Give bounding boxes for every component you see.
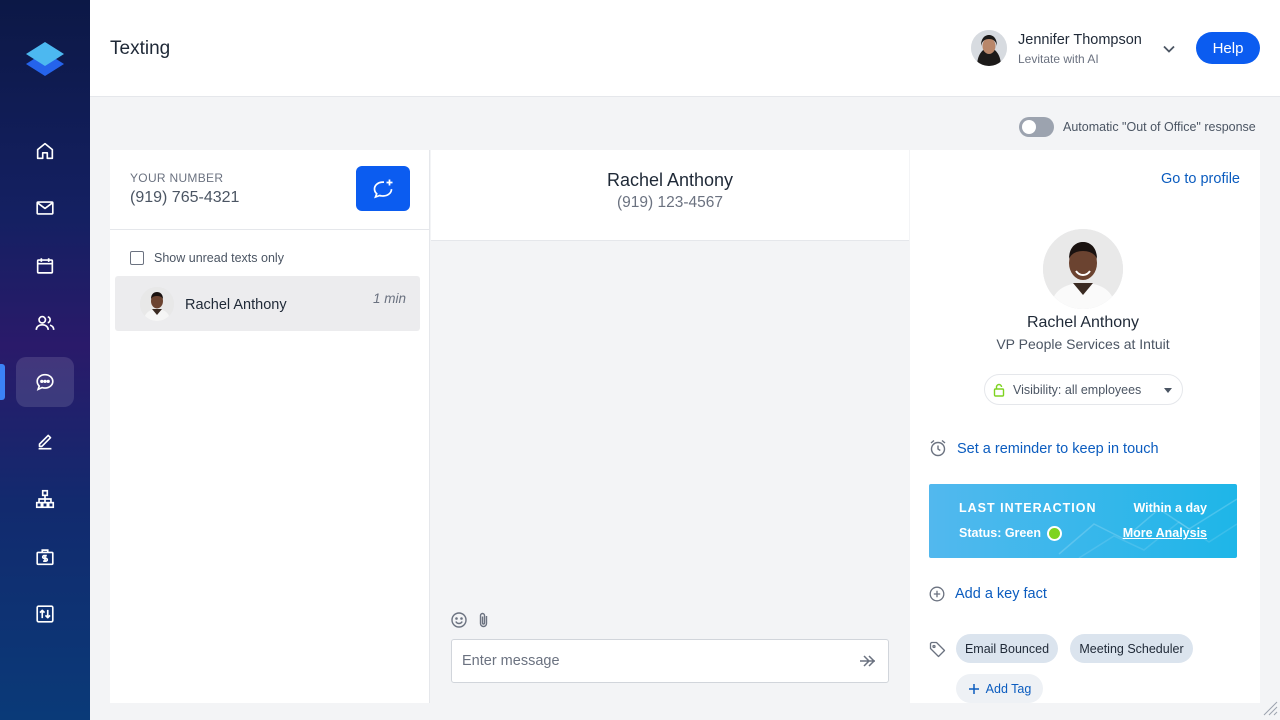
- set-reminder-link[interactable]: Set a reminder to keep in touch: [957, 441, 1159, 457]
- conversation-item[interactable]: Rachel Anthony 1 min: [115, 276, 420, 331]
- levitate-logo-icon[interactable]: [24, 40, 66, 82]
- last-interaction-time: Within a day: [1133, 501, 1207, 515]
- more-analysis-link[interactable]: More Analysis: [1123, 526, 1207, 540]
- toggle-knob: [1022, 120, 1036, 134]
- sidebar-item-money[interactable]: [16, 532, 74, 582]
- calendar-icon: [36, 258, 54, 274]
- out-of-office-label: Automatic "Out of Office" response: [1063, 120, 1256, 134]
- message-thread-panel: Rachel Anthony (919) 123-4567: [431, 150, 909, 703]
- new-chat-icon: [373, 179, 393, 198]
- hierarchy-icon: [35, 489, 55, 509]
- add-tag-button[interactable]: Add Tag: [956, 674, 1043, 703]
- thread-contact-phone: (919) 123-4567: [617, 194, 723, 211]
- plus-icon: [968, 683, 979, 694]
- thread-contact-name: Rachel Anthony: [606, 170, 734, 190]
- user-name[interactable]: Jennifer Thompson: [1018, 32, 1142, 48]
- sidebar: [0, 0, 90, 720]
- sidebar-item-contacts[interactable]: [16, 298, 74, 348]
- conversation-avatar: [140, 287, 174, 321]
- emoji-icon[interactable]: [450, 611, 468, 629]
- sidebar-item-org[interactable]: [16, 474, 74, 524]
- mail-icon: [36, 201, 54, 215]
- tag-icon: [929, 641, 946, 658]
- alarm-clock-icon: [929, 439, 947, 457]
- user-avatar[interactable]: [971, 30, 1007, 66]
- new-message-button[interactable]: [356, 166, 410, 211]
- resize-handle-icon[interactable]: [1262, 700, 1278, 716]
- sidebar-item-transfer[interactable]: [16, 589, 74, 639]
- divider: [110, 229, 430, 230]
- sidebar-item-compose[interactable]: [16, 415, 74, 465]
- thread-header: Rachel Anthony (919) 123-4567: [431, 150, 909, 241]
- top-header: Texting Jennifer Thompson Levitate with …: [90, 0, 1280, 97]
- conversation-list-panel: YOUR NUMBER (919) 765-4321 Show unread t…: [110, 150, 430, 703]
- pencil-icon: [38, 434, 52, 450]
- sidebar-item-texting[interactable]: [16, 357, 74, 407]
- profile-name: Rachel Anthony: [1026, 314, 1140, 331]
- conversation-time: 1 min: [372, 291, 406, 306]
- exchange-icon: [36, 605, 54, 623]
- unread-only-checkbox[interactable]: [130, 251, 144, 265]
- sidebar-item-mail[interactable]: [16, 183, 74, 233]
- sidebar-item-home[interactable]: [16, 126, 74, 176]
- contact-profile-panel: Go to profile Rachel Anthony VP People S…: [910, 150, 1260, 703]
- lock-icon: [993, 383, 1005, 397]
- message-input[interactable]: [451, 639, 889, 683]
- chevron-down-icon[interactable]: [1160, 40, 1178, 58]
- add-tag-label: Add Tag: [985, 681, 1032, 696]
- profile-title: VP People Services at Intuit: [996, 336, 1170, 352]
- home-icon: [36, 142, 54, 160]
- visibility-label: Visibility: all employees: [1013, 383, 1142, 397]
- unread-only-label[interactable]: Show unread texts only: [154, 251, 284, 265]
- profile-avatar: [1043, 229, 1123, 309]
- go-to-profile-link[interactable]: Go to profile: [1161, 171, 1240, 187]
- add-key-fact-link[interactable]: Add a key fact: [955, 586, 1047, 602]
- active-nav-indicator: [0, 364, 5, 400]
- chat-icon: [36, 373, 54, 391]
- last-interaction-card: LAST INTERACTION Status: Green Within a …: [929, 484, 1237, 558]
- your-number: (919) 765-4321: [130, 189, 240, 206]
- sidebar-item-calendar[interactable]: [16, 241, 74, 291]
- send-icon[interactable]: [858, 652, 878, 670]
- add-circle-icon: [929, 586, 945, 602]
- your-number-label: YOUR NUMBER: [130, 171, 224, 185]
- dollar-briefcase-icon: [36, 549, 54, 566]
- out-of-office-toggle[interactable]: [1019, 117, 1054, 137]
- status-dot: [1047, 526, 1062, 541]
- conversation-name: Rachel Anthony: [185, 297, 287, 313]
- status-label: Status: Green: [959, 526, 1041, 540]
- last-interaction-title: LAST INTERACTION: [959, 501, 1097, 515]
- users-icon: [35, 315, 55, 330]
- user-org: Levitate with AI: [1018, 52, 1099, 66]
- help-button[interactable]: Help: [1196, 32, 1260, 64]
- tag-meeting-scheduler[interactable]: Meeting Scheduler: [1070, 634, 1193, 663]
- visibility-dropdown[interactable]: Visibility: all employees: [984, 374, 1183, 405]
- tag-email-bounced[interactable]: Email Bounced: [956, 634, 1058, 663]
- paperclip-icon[interactable]: [476, 611, 492, 629]
- decorative-wave: [1058, 498, 1237, 558]
- page-title: Texting: [110, 38, 171, 59]
- message-area: [431, 241, 909, 703]
- caret-down-icon: [1164, 388, 1172, 393]
